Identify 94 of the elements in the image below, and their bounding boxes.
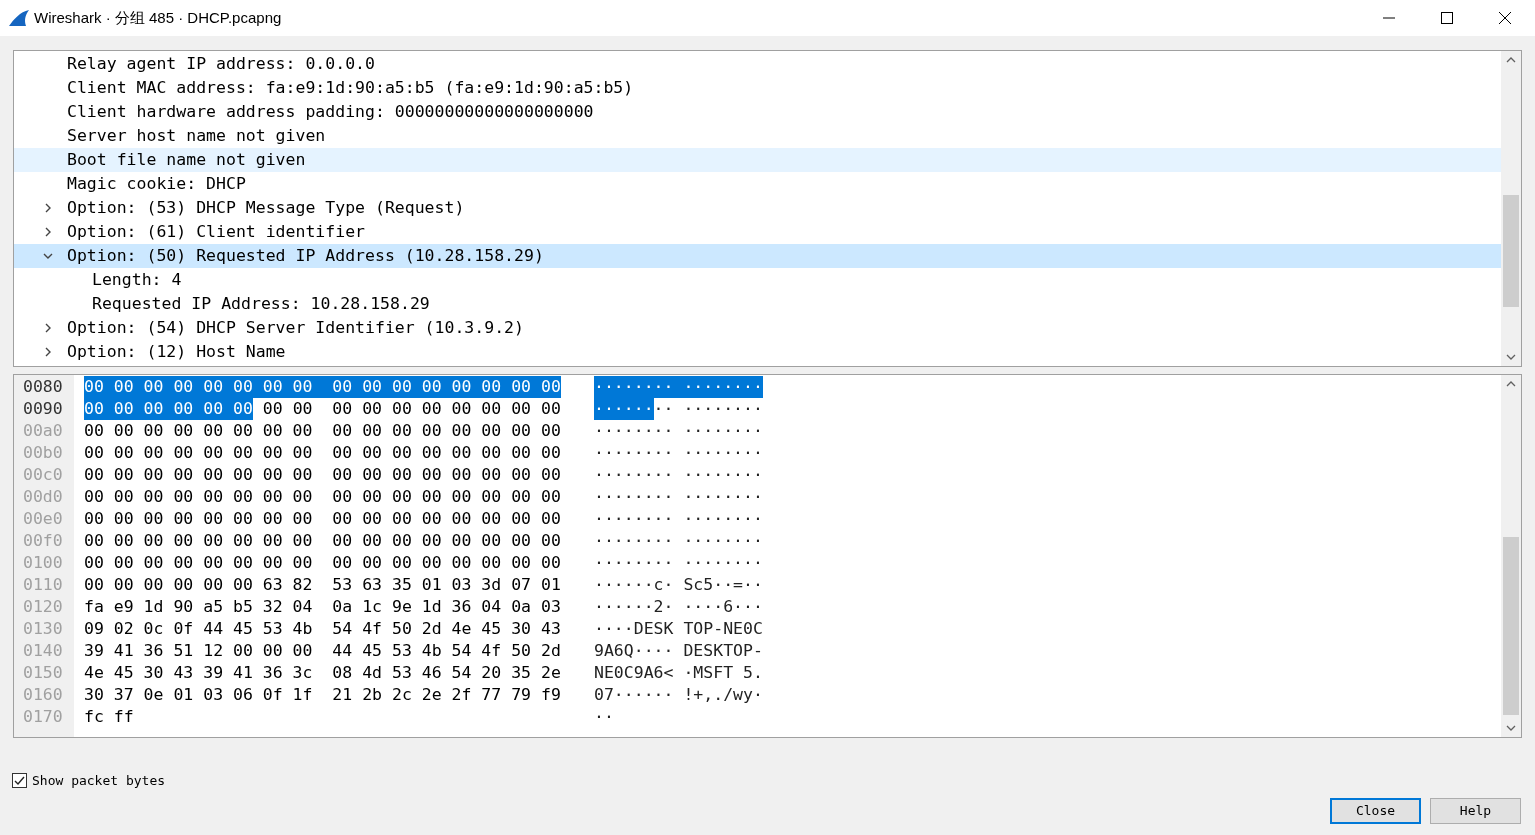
offset-label: 0140 [22, 640, 64, 662]
selected-hex-bytes: 00 00 00 00 00 00 00 00 00 00 00 00 00 00 00 00 [84, 376, 561, 398]
ascii-text: 07······ !+,./wy· [594, 684, 763, 706]
maximize-icon[interactable] [1441, 12, 1453, 24]
offset-label: 0110 [22, 574, 64, 596]
selected-ascii-text: ······ [594, 398, 654, 420]
tree-row[interactable]: Client hardware address padding: 00000000000000000000 [14, 100, 1501, 124]
ascii-text: ·· [594, 706, 614, 728]
hex-bytes: 00 00 00 00 00 00 00 00 00 00 00 00 00 00 00 00 [84, 552, 561, 574]
offset-label: 00b0 [22, 442, 64, 464]
tree-row[interactable]: Option: (12) Host Name [14, 340, 1501, 364]
hex-bytes: fa e9 1d 90 a5 b5 32 04 0a 1c 9e 1d 36 04 0a 03 [84, 596, 561, 618]
ascii-text: ······2· ····6··· [594, 596, 763, 618]
ascii-text: ····DESK TOP-NE0C [594, 618, 763, 640]
offset-label: 00c0 [22, 464, 64, 486]
offset-label: 0090 [22, 398, 64, 420]
hex-bytes: 4e 45 30 43 39 41 36 3c 08 4d 53 46 54 20 35 2e [84, 662, 561, 684]
scroll-down-icon[interactable] [1506, 723, 1516, 733]
ascii-text: ······c· Sc5··=·· [594, 574, 763, 596]
scroll-down-icon[interactable] [1506, 352, 1516, 362]
tree-row[interactable]: Option: (61) Client identifier [14, 220, 1501, 244]
hex-bytes: 00 00 00 00 00 00 00 00 00 00 00 00 00 00 00 00 [84, 464, 561, 486]
window-title: Wireshark · 分组 485 · DHCP.pcapng [34, 7, 282, 28]
tree-text: Client MAC address: fa:e9:1d:90:a5:b5 (fa:e9:1d:90:a5:b5) [67, 76, 634, 99]
show-packet-bytes-checkbox[interactable]: Show packet bytes [12, 771, 166, 791]
hex-bytes: 00 00 00 00 00 00 00 00 00 00 00 00 00 00 00 00 [84, 420, 561, 442]
ascii-text: ·· ········ [653, 398, 763, 420]
tree-text: Option: (12) Host Name [67, 340, 286, 363]
tree-text: Client hardware address padding: 00000000000000000000 [67, 100, 594, 123]
scroll-up-icon[interactable] [1506, 55, 1516, 65]
offset-label: 0130 [22, 618, 64, 640]
checkmark-icon [14, 775, 25, 787]
offset-label: 0170 [22, 706, 64, 728]
ascii-text: ········ ········ [594, 508, 763, 530]
hex-bytes: 00 00 00 00 00 00 63 82 53 63 35 01 03 3d 07 01 [84, 574, 561, 596]
offset-label: 0100 [22, 552, 64, 574]
scroll-up-icon[interactable] [1506, 379, 1516, 389]
checkbox[interactable] [12, 773, 27, 789]
ascii-text: ········ ········ [594, 530, 763, 552]
ascii-text: ········ ········ [594, 552, 763, 574]
hex-bytes: 09 02 0c 0f 44 45 53 4b 54 4f 50 2d 4e 45 30 43 [84, 618, 561, 640]
ascii-text: ········ ········ [594, 464, 763, 486]
offset-label: 00a0 [22, 420, 64, 442]
tree-text: Option: (61) Client identifier [67, 220, 365, 243]
tree-text: Option: (50) Requested IP Address (10.28.158.29) [67, 244, 544, 267]
tree-row[interactable]: Client MAC address: fa:e9:1d:90:a5:b5 (fa:e9:1d:90:a5:b5) [14, 76, 1501, 100]
hex-bytes: 39 41 36 51 12 00 00 00 44 45 53 4b 54 4f 50 2d [84, 640, 561, 662]
offset-label: 00e0 [22, 508, 64, 530]
tree-row[interactable]: Relay agent IP address: 0.0.0.0 [14, 52, 1501, 76]
hex-bytes: 30 37 0e 01 03 06 0f 1f 21 2b 2c 2e 2f 77 79 f9 [84, 684, 561, 706]
selected-hex-bytes: 00 00 00 00 00 00 [84, 398, 253, 420]
hex-bytes: 00 00 00 00 00 00 00 00 00 00 00 00 00 00 00 00 [84, 442, 561, 464]
checkbox-label: Show packet bytes [32, 772, 166, 790]
ascii-text: ········ ········ [594, 486, 763, 508]
tree-text: Server host name not given [67, 124, 326, 147]
tree-text: Relay agent IP address: 0.0.0.0 [67, 52, 375, 75]
tree-row[interactable]: Boot file name not given [14, 148, 1501, 172]
hex-bytes: 00 00 00 00 00 00 00 00 00 00 00 00 00 00 00 00 [84, 508, 561, 530]
tree-row[interactable]: Length: 4 [14, 268, 1501, 292]
tree-row[interactable]: Option: (50) Requested IP Address (10.28.158.29) [14, 244, 1501, 268]
tree-text: Option: (53) DHCP Message Type (Request) [67, 196, 465, 219]
dialog-button[interactable]: Help [1430, 797, 1521, 824]
offset-label: 0080 [22, 376, 64, 398]
tree-text: Option: (54) DHCP Server Identifier (10.3.9.2) [67, 316, 524, 339]
offset-label: 00f0 [22, 530, 64, 552]
scrollbar[interactable] [1501, 375, 1521, 737]
hex-bytes: 00 00 00 00 00 00 00 00 00 00 00 00 00 00 00 00 [84, 486, 561, 508]
shark-fin-icon [8, 9, 30, 27]
hex-bytes: 00 00 00 00 00 00 00 00 00 00 [261, 398, 561, 420]
hex-bytes: 00 00 00 00 00 00 00 00 00 00 00 00 00 00 00 00 [84, 530, 561, 552]
scrollbar[interactable] [1501, 51, 1521, 366]
tree-row[interactable]: Requested IP Address: 10.28.158.29 [14, 292, 1501, 316]
offset-label: 0120 [22, 596, 64, 618]
ascii-text: ········ ········ [594, 442, 763, 464]
tree-text: Boot file name not given [67, 148, 306, 171]
tree-row[interactable]: Server host name not given [14, 124, 1501, 148]
offset-label: 0160 [22, 684, 64, 706]
tree-row[interactable]: Option: (54) DHCP Server Identifier (10.3.9.2) [14, 316, 1501, 340]
tree-text: Requested IP Address: 10.28.158.29 [92, 292, 430, 315]
selected-ascii-text: ········ ········ [594, 376, 763, 398]
offset-label: 00d0 [22, 486, 64, 508]
tree-text: Magic cookie: DHCP [67, 172, 246, 195]
scrollbar-thumb[interactable] [1503, 537, 1519, 715]
ascii-text: NE0C9A6< ·MSFT 5. [594, 662, 763, 684]
scrollbar-thumb[interactable] [1503, 195, 1519, 307]
tree-text: Length: 4 [92, 268, 182, 291]
tree-row[interactable]: Option: (53) DHCP Message Type (Request) [14, 196, 1501, 220]
ascii-text: 9A6Q···· DESKTOP- [594, 640, 763, 662]
tree-row[interactable]: Magic cookie: DHCP [14, 172, 1501, 196]
offset-label: 0150 [22, 662, 64, 684]
hex-bytes: fc ff [84, 706, 134, 728]
dialog-button[interactable]: Close [1330, 797, 1421, 824]
close-icon[interactable] [1499, 12, 1511, 24]
ascii-text: ········ ········ [594, 420, 763, 442]
